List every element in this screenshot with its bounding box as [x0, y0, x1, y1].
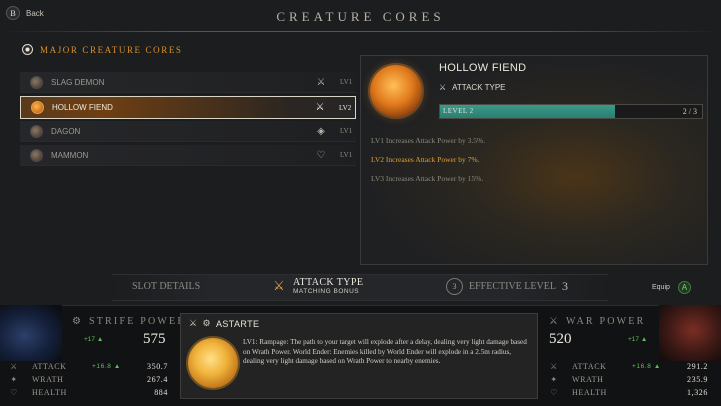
tab-slot-details[interactable]: SLOT DETAILS — [132, 281, 200, 292]
page-title: CREATURE CORES — [276, 9, 445, 24]
core-level: LV2 — [339, 103, 352, 112]
stat-name: HEALTH — [572, 388, 607, 397]
section-title: MAJOR CREATURE CORES — [40, 44, 183, 55]
tab-effective-level[interactable]: 3 EFFECTIVE LEVEL 3 — [446, 278, 568, 295]
strife-portrait — [0, 305, 62, 361]
stat-name: HEALTH — [32, 388, 67, 397]
companion-orb-image — [188, 338, 238, 388]
detail-core-name: HOLLOW FIEND — [439, 62, 527, 74]
heart-icon: ♡ — [550, 388, 558, 397]
wrath-icon: ✦ — [550, 375, 558, 384]
stat-row-attack: ⚔ ATTACK +16.8 ▲ 291.2 — [548, 360, 708, 373]
strife-power-delta: +17 ▲ — [84, 336, 104, 343]
core-item-dagon[interactable]: DAGON ◈ LV1 — [20, 121, 356, 142]
core-item-hollow-fiend[interactable]: HOLLOW FIEND ⚔ LV2 — [20, 96, 356, 119]
attack-type-icon: ⚔ — [316, 76, 326, 88]
effective-level-value: 3 — [561, 279, 568, 293]
core-name: MAMMON — [51, 150, 89, 160]
core-name: DAGON — [51, 126, 81, 136]
heart-type-icon: ♡ — [316, 149, 326, 161]
core-detail-panel: HOLLOW FIEND ⚔ ATTACK TYPE LEVEL 2 2 / 3… — [360, 55, 708, 265]
sword-icon: ⚔ — [550, 362, 558, 371]
stat-value: 267.4 — [147, 375, 168, 384]
tabs-bar: SLOT DETAILS ⚔ ATTACK TYPE MATCHING BONU… — [112, 274, 608, 301]
diamond-type-icon: ◈ — [317, 125, 325, 137]
tab-attack-type-label: ATTACK TYPE — [293, 277, 364, 288]
strife-power-header: ⚙ STRIFE POWER — [72, 316, 186, 327]
tab-attack-type[interactable]: ⚔ ATTACK TYPE MATCHING BONUS — [272, 277, 363, 295]
stat-name: ATTACK — [572, 362, 607, 371]
equip-label: Equip — [652, 284, 670, 291]
war-emblem-icon: ⚔ — [549, 316, 558, 327]
core-name: HOLLOW FIEND — [52, 103, 113, 112]
stat-delta: +16.8 ▲ — [632, 363, 661, 370]
core-item-mammon[interactable]: MAMMON ♡ LV1 — [20, 145, 356, 166]
stat-row-wrath: ✦ WRATH 235.9 — [548, 373, 708, 386]
core-orb-image — [370, 65, 422, 117]
stat-name: WRATH — [572, 375, 604, 384]
strife-power-title: STRIFE POWER — [88, 316, 187, 327]
core-level: LV1 — [340, 78, 353, 86]
equip-button[interactable]: Equip A — [652, 281, 691, 294]
core-thumbnail — [30, 75, 43, 89]
core-name: SLAG DEMON — [51, 77, 105, 87]
war-portrait — [659, 305, 721, 361]
companion-card: ⚔ ⚙ ASTARTE LV1: Rampage: The path to yo… — [180, 313, 538, 399]
core-thumbnail — [30, 124, 43, 138]
radio-dot-icon — [22, 44, 33, 55]
matching-bonus-label: MATCHING BONUS — [293, 288, 360, 295]
war-power-title: WAR POWER — [565, 316, 646, 327]
stat-name: ATTACK — [32, 362, 67, 371]
stat-value: 235.9 — [687, 375, 708, 384]
core-item-slag-demon[interactable]: SLAG DEMON ⚔ LV1 — [20, 72, 356, 93]
strife-power-value: 575 — [143, 331, 166, 347]
effective-level-label: EFFECTIVE LEVEL — [469, 281, 556, 292]
level-label: LEVEL 2 — [443, 107, 474, 115]
wrath-icon: ✦ — [10, 375, 18, 384]
war-stats: ⚔ ATTACK +16.8 ▲ 291.2 ✦ WRATH 235.9 ♡ H… — [548, 360, 708, 399]
stat-value: 1,326 — [687, 388, 708, 397]
war-power-header: ⚔ WAR POWER — [549, 316, 646, 327]
companion-header: ⚔ ⚙ ASTARTE — [189, 318, 259, 329]
attack-type-icon: ⚔ — [189, 318, 198, 328]
stat-name: WRATH — [32, 375, 64, 384]
stat-value: 350.7 — [147, 362, 168, 371]
stat-value: 884 — [154, 388, 168, 397]
core-thumbnail — [30, 148, 43, 162]
gear-icon: ⚙ — [202, 318, 211, 328]
stat-row-health: ♡ HEALTH 1,326 — [548, 386, 708, 399]
core-level: LV1 — [340, 151, 353, 159]
bonus-lv3: LV3 Increases Attack Power by 15%. — [371, 174, 484, 183]
core-thumbnail — [31, 101, 44, 114]
section-header: MAJOR CREATURE CORES — [22, 44, 183, 55]
level-count: 2 / 3 — [682, 107, 697, 116]
stat-row-attack: ⚔ ATTACK +16.8 ▲ 350.7 — [8, 360, 168, 373]
stat-row-wrath: ✦ WRATH 267.4 — [8, 373, 168, 386]
war-power-value: 520 — [549, 331, 572, 347]
strife-emblem-icon: ⚙ — [72, 316, 81, 327]
strife-stats: ⚔ ATTACK +16.8 ▲ 350.7 ✦ WRATH 267.4 ♡ H… — [8, 360, 168, 399]
heart-icon: ♡ — [10, 388, 18, 397]
companion-name: ASTARTE — [215, 318, 260, 329]
title-divider — [0, 31, 721, 32]
detail-type-label: ATTACK TYPE — [452, 83, 506, 92]
bonus-lv1: LV1 Increases Attack Power by 3.5%. — [371, 136, 486, 145]
attack-type-icon: ⚔ — [439, 83, 447, 92]
detail-type: ⚔ ATTACK TYPE — [439, 83, 506, 92]
sword-icon: ⚔ — [10, 362, 18, 371]
attack-type-icon: ⚔ — [315, 102, 325, 113]
stat-row-health: ♡ HEALTH 884 — [8, 386, 168, 399]
war-power-delta: +17 ▲ — [628, 336, 648, 343]
bonus-lv2: LV2 Increases Attack Power by 7%. — [371, 155, 480, 164]
a-button-icon: A — [677, 281, 691, 294]
core-level: LV1 — [340, 127, 353, 135]
attack-type-icon: ⚔ — [273, 278, 285, 293]
level-circle-icon: 3 — [446, 278, 463, 295]
companion-description: LV1: Rampage: The path to your target wi… — [243, 338, 527, 366]
stat-value: 291.2 — [687, 362, 708, 371]
level-progress-bar: LEVEL 2 2 / 3 — [439, 104, 703, 119]
stat-delta: +16.8 ▲ — [92, 363, 121, 370]
